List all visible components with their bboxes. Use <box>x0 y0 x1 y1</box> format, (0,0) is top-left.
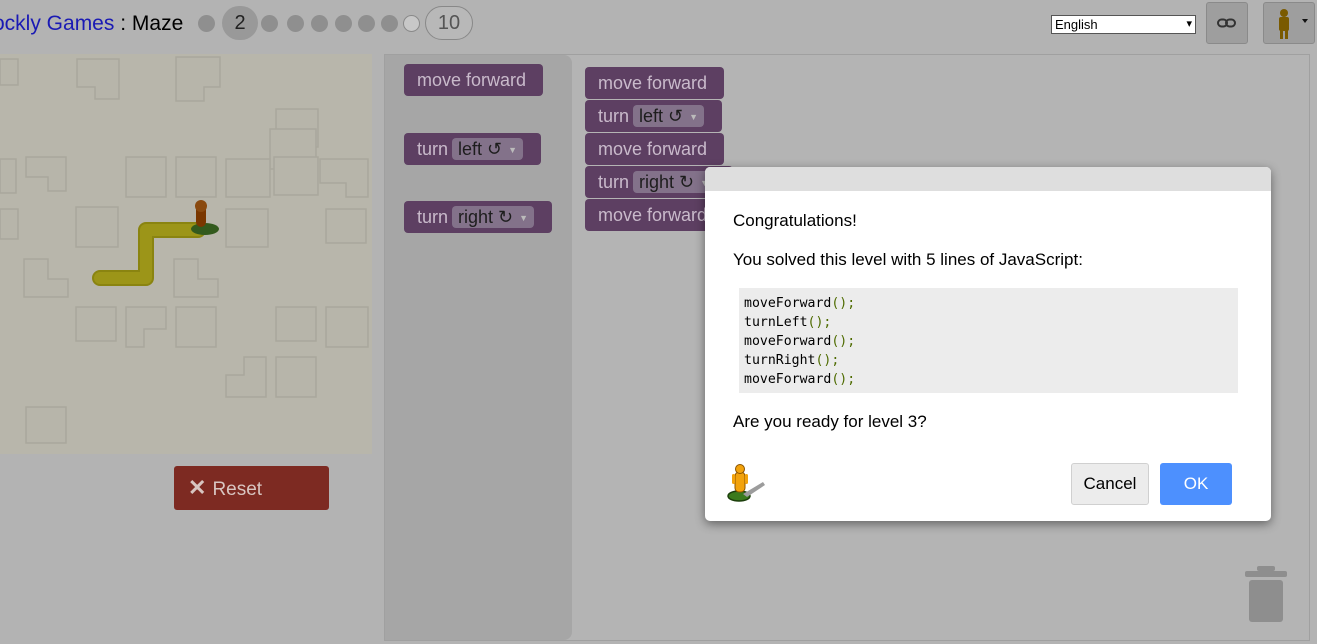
ok-button[interactable]: OK <box>1160 463 1232 505</box>
block-label: turn <box>598 172 630 192</box>
trash-icon[interactable] <box>1244 566 1288 624</box>
program-block-move-forward[interactable]: move forward <box>585 199 724 231</box>
program-block-move-forward[interactable]: move forward <box>585 133 724 165</box>
direction-dropdown[interactable]: left ↺ ▼ <box>452 138 524 160</box>
block-label: turn <box>598 106 630 126</box>
level-1-dot[interactable] <box>198 15 215 32</box>
program-block-turn-left[interactable]: turn left ↺ ▼ <box>585 100 722 132</box>
code-line: moveForward(); <box>744 334 856 349</box>
dialog-question-text: Are you ready for level 3? <box>733 412 927 431</box>
chevron-down-icon: ▼ <box>519 213 529 224</box>
congratulations-dialog: Congratulations! You solved this level w… <box>705 167 1271 521</box>
direction-dropdown[interactable]: right ↻ ▼ <box>452 206 535 228</box>
code-line: turnRight(); <box>744 353 840 368</box>
link-button[interactable] <box>1206 2 1248 44</box>
direction-value: right ↻ <box>639 172 695 192</box>
block-label: move forward <box>598 205 708 225</box>
code-line: moveForward(); <box>744 372 856 387</box>
chevron-down-icon: ▾ <box>1186 18 1192 30</box>
pegman-icon <box>727 464 765 502</box>
toolbox-block-turn-right[interactable]: turn right ↻ ▼ <box>404 201 552 233</box>
reset-label: Reset <box>212 479 263 500</box>
level-7-dot[interactable] <box>358 15 375 32</box>
dialog-solved-text: You solved this level with 5 lines of Ja… <box>733 250 1083 269</box>
block-label: turn <box>417 207 449 227</box>
pegman-marker-icon <box>191 200 219 235</box>
reset-button[interactable]: ✕ Reset <box>174 466 329 510</box>
header: ockly Games : Maze 2 10 English ▾ <box>0 0 1317 50</box>
level-current-badge[interactable]: 2 <box>222 6 258 40</box>
maze-tiles <box>0 56 369 444</box>
language-select-value: English <box>1055 17 1098 32</box>
direction-value: left ↺ <box>458 139 503 159</box>
title-separator: : <box>114 12 132 35</box>
chevron-down-icon: ▼ <box>689 112 699 123</box>
pegman-button[interactable] <box>1263 2 1315 44</box>
direction-value: left ↺ <box>639 106 684 126</box>
block-label: turn <box>417 139 449 159</box>
pegman-icon <box>1279 9 1308 39</box>
level-8-dot[interactable] <box>381 15 398 32</box>
program-block-move-forward[interactable]: move forward <box>585 67 724 99</box>
level-5-dot[interactable] <box>311 15 328 32</box>
block-label: move forward <box>417 70 527 90</box>
direction-dropdown[interactable]: left ↺ ▼ <box>633 105 705 127</box>
direction-value: right ↻ <box>458 207 514 227</box>
link-icon <box>1217 18 1236 28</box>
dialog-titlebar[interactable] <box>705 167 1271 191</box>
code-line: moveForward(); <box>744 296 856 311</box>
code-listing: moveForward(); turnLeft(); moveForward()… <box>739 288 1238 393</box>
page-title: ockly Games : Maze <box>0 12 183 36</box>
code-line: turnLeft(); <box>744 315 832 330</box>
toolbox-block-turn-left[interactable]: turn left ↺ ▼ <box>404 133 541 165</box>
cancel-button[interactable]: Cancel <box>1071 463 1149 505</box>
block-label: move forward <box>598 73 708 93</box>
dialog-congrats-text: Congratulations! <box>733 211 857 230</box>
blockly-games-link[interactable]: ockly Games <box>0 12 114 35</box>
maze-title: Maze <box>131 12 184 35</box>
toolbox-block-move-forward[interactable]: move forward <box>404 64 543 96</box>
level-9-dot[interactable] <box>403 15 420 32</box>
level-4-dot[interactable] <box>287 15 304 32</box>
block-label: move forward <box>598 139 708 159</box>
chevron-down-icon: ▼ <box>508 145 518 156</box>
maze-display <box>0 54 372 454</box>
language-select[interactable]: English ▾ <box>1051 15 1196 34</box>
level-3-dot[interactable] <box>261 15 278 32</box>
level-10-badge[interactable]: 10 <box>425 6 473 40</box>
level-6-dot[interactable] <box>335 15 352 32</box>
direction-dropdown[interactable]: right ↻▼ <box>633 171 716 193</box>
close-icon: ✕ <box>188 475 207 500</box>
